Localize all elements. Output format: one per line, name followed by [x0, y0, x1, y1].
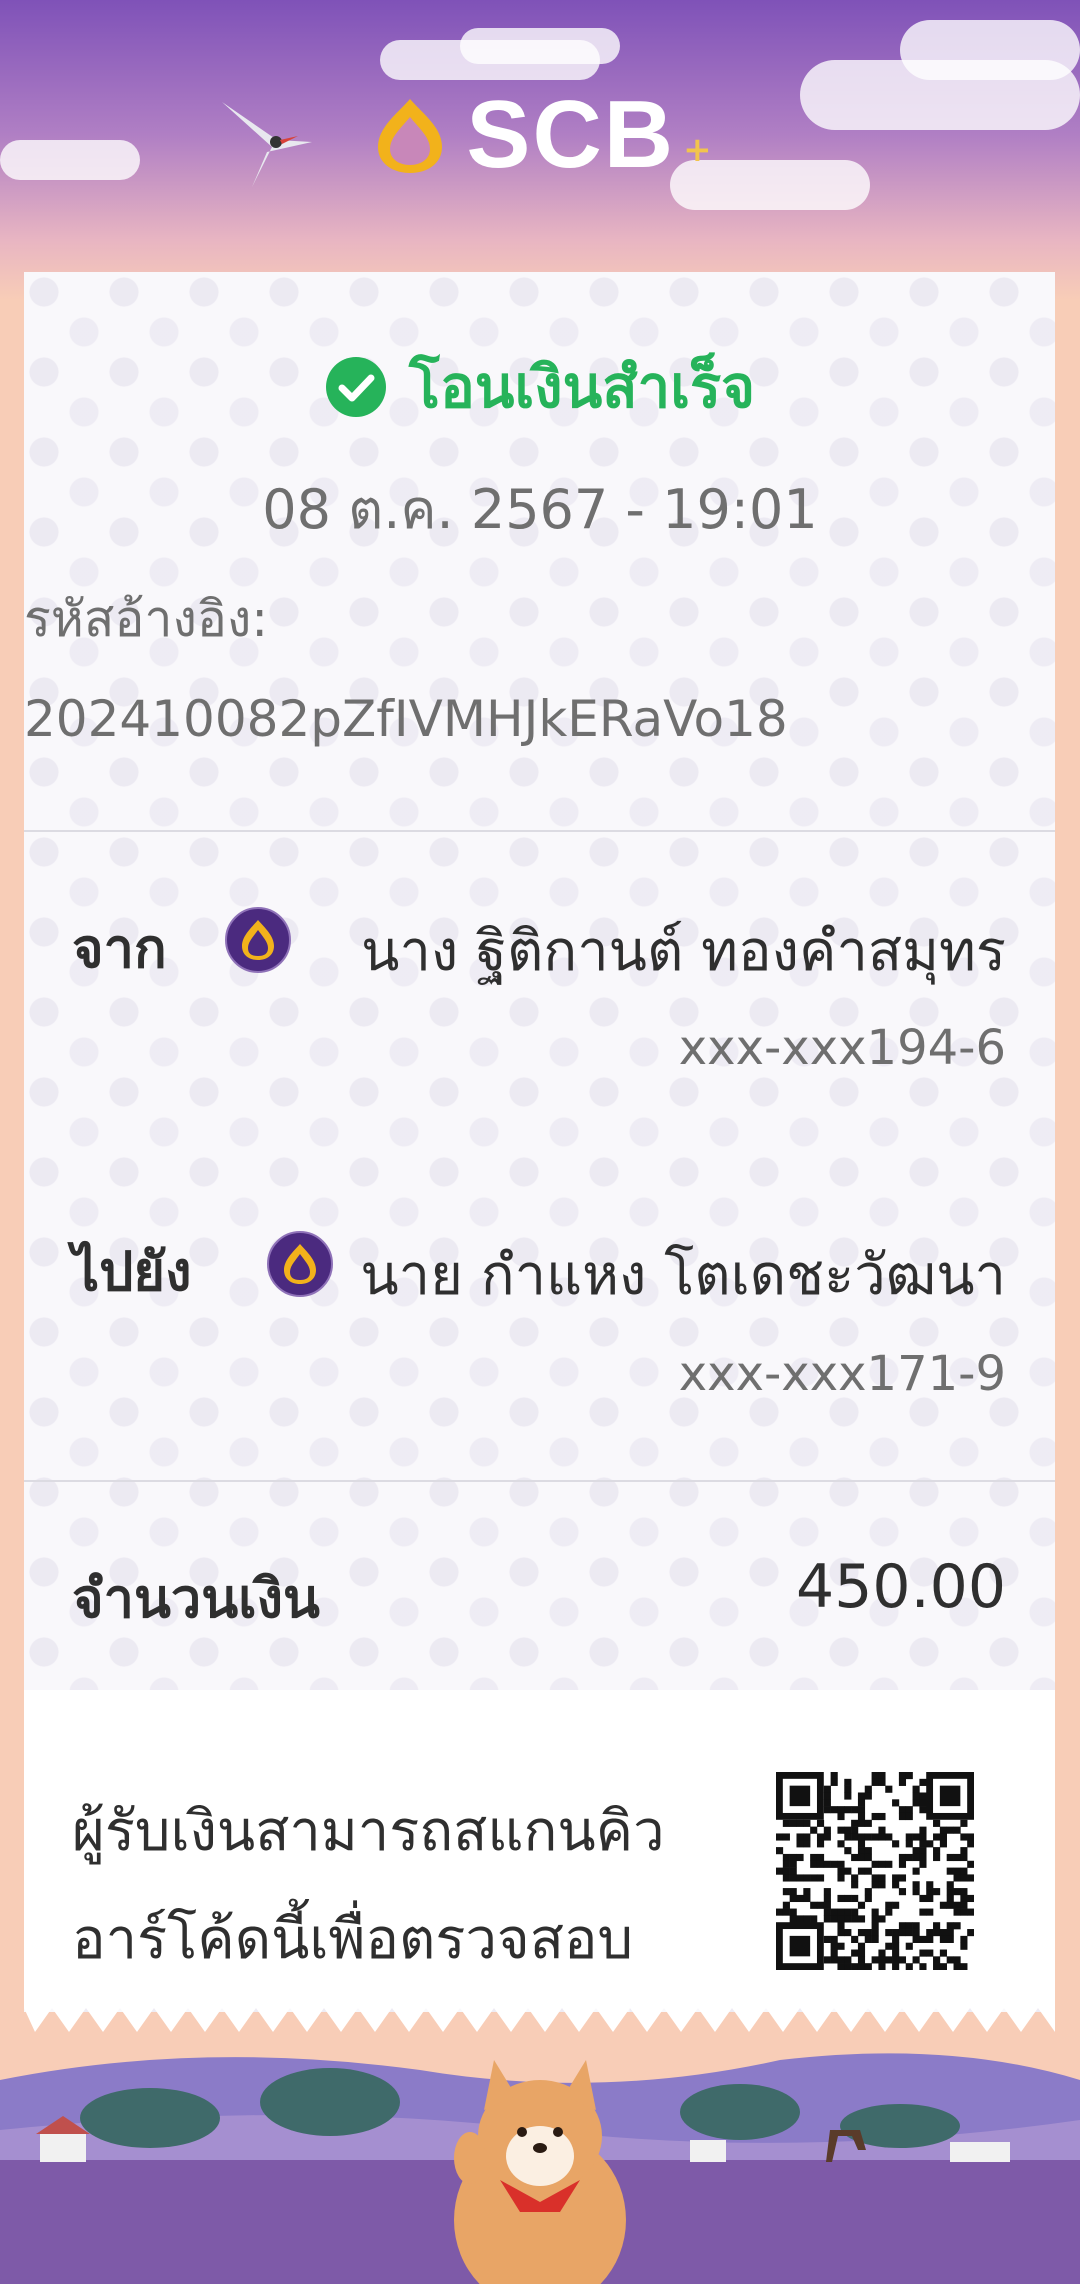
- sender-name: นาง ฐิติกานต์ ทองคำสมุทร: [361, 919, 1006, 984]
- qr-note-line2: อาร์โค้ดนี้เพื่อตรวจสอบ: [72, 1907, 634, 1972]
- qr-code-icon[interactable]: [776, 1772, 974, 1970]
- recipient-name: นาย กำแหง โตเดชะวัฒนา: [360, 1243, 1006, 1308]
- qr-note: ผู้รับเงินสามารถสแกนคิว อาร์โค้ดนี้เพื่อ…: [72, 1778, 692, 1994]
- amount-value: 450.00: [796, 1552, 1006, 1622]
- brand-name: SCB: [466, 81, 676, 188]
- recipient-account: xxx-xxx171-9: [678, 1346, 1006, 1402]
- amount-label: จำนวนเงิน: [72, 1567, 320, 1630]
- receipt-zigzag-edge: [24, 2004, 1055, 2032]
- scb-logo-icon: [378, 99, 443, 173]
- transfer-status: โอนเงินสำเร็จ: [0, 340, 1080, 433]
- reference-value: 202410082pZfIVMHJkERaVo18: [24, 690, 788, 748]
- scb-bank-icon: [225, 907, 291, 973]
- transaction-datetime: 08 ต.ค. 2567 - 19:01: [262, 478, 818, 541]
- brand-logo: SCB +: [0, 80, 1080, 190]
- status-label: โอนเงินสำเร็จ: [408, 353, 756, 421]
- brand-plus: +: [683, 130, 712, 170]
- reference-label: รหัสอ้างอิง:: [24, 590, 269, 648]
- footer-illustration: [0, 2053, 1080, 2284]
- to-label: ไปยัง: [72, 1240, 192, 1303]
- check-circle-icon: [325, 356, 386, 417]
- divider: [24, 830, 1055, 832]
- from-label: จาก: [72, 917, 167, 980]
- scb-bank-icon: [267, 1231, 333, 1297]
- sender-account: xxx-xxx194-6: [678, 1020, 1006, 1076]
- divider: [24, 1480, 1055, 1482]
- qr-note-line1: ผู้รับเงินสามารถสแกนคิว: [72, 1799, 665, 1864]
